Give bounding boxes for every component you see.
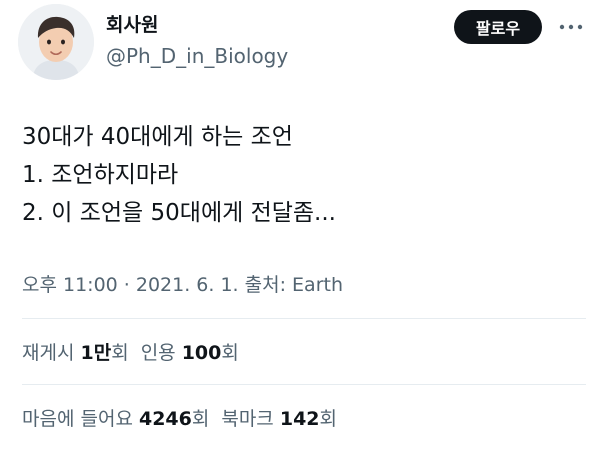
author-display-name[interactable]: 회사원 [106,10,158,37]
bookmarks-suffix: 회 [319,408,337,430]
avatar-image [18,4,94,80]
author-handle[interactable]: @Ph_D_in_Biology [106,44,288,68]
tweet-body-line: 2. 이 조언을 50대에게 전달좀... [22,200,336,226]
bookmarks-stat[interactable]: 북마크 142회 [221,408,337,430]
retweets-stat[interactable]: 재게시 1만회 [22,342,129,364]
quotes-suffix: 회 [221,342,239,364]
engagement-row-reposts: 재게시 1만회 인용 100회 [22,338,239,365]
likes-stat[interactable]: 마음에 들어요 4246회 [22,408,209,430]
retweets-suffix: 회 [111,342,129,364]
bookmarks-count: 142 [279,408,320,430]
quotes-stat[interactable]: 인용 100회 [141,342,239,364]
divider [22,384,586,385]
retweets-count: 1만 [80,342,112,364]
tweet-body: 30대가 40대에게 하는 조언 1. 조언하지마라 2. 이 조언을 50대에… [22,118,336,232]
retweets-label: 재게시 [22,342,75,364]
more-horizontal-icon[interactable] [556,14,586,40]
avatar[interactable] [18,4,94,80]
tweet-body-line: 1. 조언하지마라 [22,162,179,188]
likes-label: 마음에 들어요 [22,408,133,430]
bookmarks-label: 북마크 [221,408,274,430]
likes-suffix: 회 [191,408,210,430]
engagement-row-likes: 마음에 들어요 4246회 북마크 142회 [22,404,337,431]
tweet-timestamp-source[interactable]: 오후 11:00 · 2021. 6. 1. 출처: Earth [22,270,343,297]
quotes-count: 100 [181,342,222,364]
likes-count: 4246 [138,408,192,430]
follow-button[interactable]: 팔로우 [454,10,542,44]
divider [22,318,586,319]
tweet-body-line: 30대가 40대에게 하는 조언 [22,124,293,150]
quotes-label: 인용 [140,342,176,364]
